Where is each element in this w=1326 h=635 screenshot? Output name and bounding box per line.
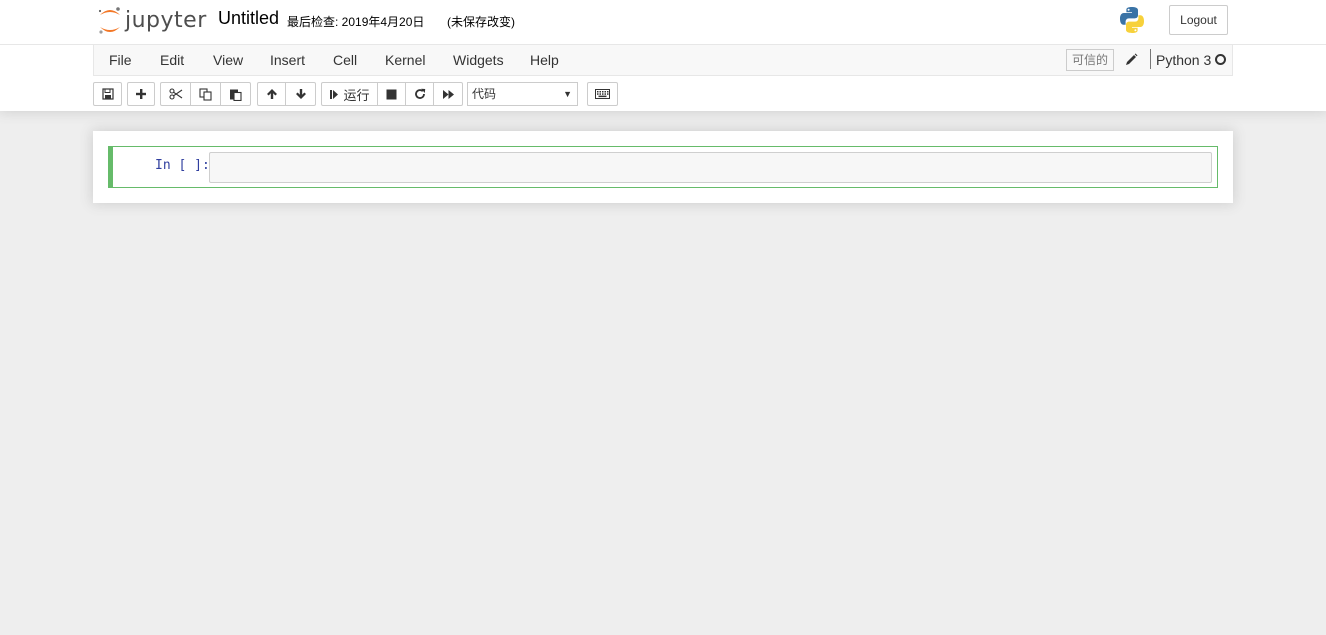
trusted-indicator[interactable]: 可信的 [1066, 49, 1114, 71]
caret-down-icon: ▼ [563, 89, 572, 99]
kernel-name: Python 3 [1156, 52, 1212, 68]
notebook-container: In [ ]: [93, 131, 1233, 203]
scissors-icon [168, 88, 182, 100]
jupyter-logo-icon [98, 7, 120, 34]
save-button[interactable] [93, 82, 122, 106]
menu-edit[interactable]: Edit [160, 52, 184, 68]
jupyter-logo[interactable]: jupyter [97, 6, 207, 36]
menu-view[interactable]: View [213, 52, 243, 68]
menu-insert[interactable]: Insert [270, 52, 305, 68]
arrow-up-icon [266, 89, 277, 99]
kernel-idle-icon [1215, 54, 1226, 65]
logo-wordmark: jupyter [125, 8, 207, 33]
pencil-icon[interactable] [1123, 52, 1139, 68]
keyboard-icon [595, 89, 610, 99]
plus-icon [136, 89, 146, 99]
move-up-button[interactable] [257, 82, 286, 106]
refresh-icon [414, 88, 425, 99]
menu-cell[interactable]: Cell [333, 52, 357, 68]
insert-cell-button[interactable] [127, 82, 155, 106]
kernel-separator [1150, 49, 1151, 69]
step-forward-icon [330, 89, 339, 99]
code-input-area[interactable] [209, 152, 1212, 183]
input-prompt: In [ ]: [155, 158, 210, 173]
menu-widgets[interactable]: Widgets [453, 52, 504, 68]
command-palette-button[interactable] [587, 82, 618, 106]
cell-type-select[interactable]: 代码 ▼ [467, 82, 578, 106]
cut-button[interactable] [160, 82, 191, 106]
menu-kernel[interactable]: Kernel [385, 52, 425, 68]
stop-icon [386, 89, 397, 99]
cell-type-value: 代码 [472, 87, 497, 101]
header-bar: jupyter Untitled 最后检查: 2019年4月20日 (未保存改变… [0, 0, 1326, 45]
code-cell[interactable]: In [ ]: [108, 146, 1218, 188]
paste-button[interactable] [220, 82, 251, 106]
menu-file[interactable]: File [109, 52, 132, 68]
logout-button[interactable]: Logout [1169, 5, 1228, 35]
restart-button[interactable] [405, 82, 434, 106]
run-button[interactable]: 运行 [321, 82, 378, 106]
menu-help[interactable]: Help [530, 52, 559, 68]
floppy-disk-icon [101, 88, 114, 100]
arrow-down-icon [295, 89, 306, 99]
restart-run-all-button[interactable] [433, 82, 463, 106]
move-down-button[interactable] [285, 82, 316, 106]
fast-forward-icon [442, 89, 454, 99]
notebook-name[interactable]: Untitled [218, 8, 279, 29]
python-logo-icon [1120, 7, 1144, 33]
autosave-status: (未保存改变) [447, 15, 515, 29]
interrupt-button[interactable] [377, 82, 406, 106]
menubar: File Edit View Insert Cell Kernel Widget… [93, 44, 1233, 76]
checkpoint-status: 最后检查: 2019年4月20日 [287, 15, 425, 29]
copy-icon [199, 87, 212, 101]
app-header: jupyter Untitled 最后检查: 2019年4月20日 (未保存改变… [0, 0, 1326, 111]
run-button-label: 运行 [343, 87, 370, 103]
paste-icon [230, 89, 242, 101]
copy-button[interactable] [190, 82, 221, 106]
